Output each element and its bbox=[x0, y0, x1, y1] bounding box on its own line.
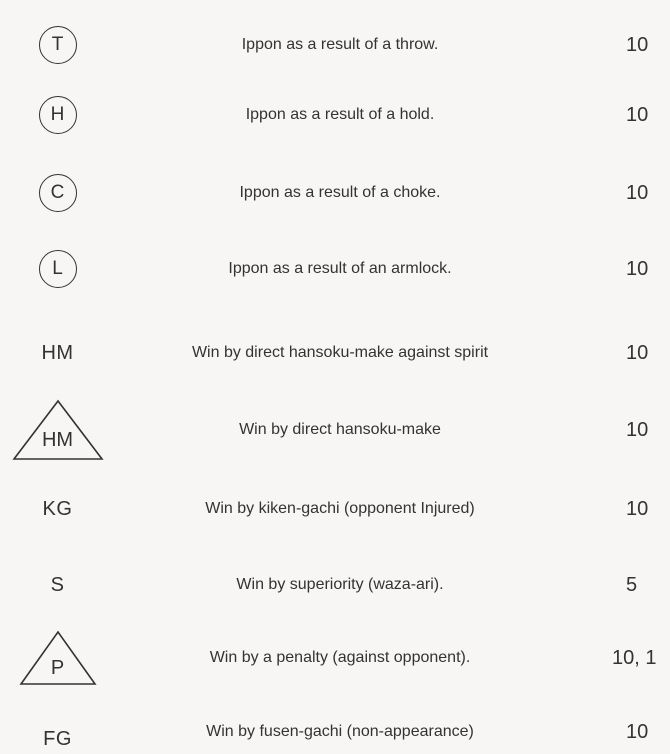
description: Ippon as a result of a hold. bbox=[245, 106, 435, 123]
symbol-text: KG bbox=[42, 497, 73, 520]
symbol-cell: L bbox=[0, 244, 115, 294]
table-row: L Ippon as a result of an armlock. 10 bbox=[0, 244, 670, 294]
table-row: P Win by a penalty (against opponent). 1… bbox=[0, 628, 670, 688]
symbol-cell: HM bbox=[0, 398, 115, 462]
symbol-letter: L bbox=[52, 258, 63, 279]
symbol-letter: H bbox=[50, 104, 65, 125]
symbol-cell: P bbox=[0, 628, 115, 688]
symbol-cell: H bbox=[0, 90, 115, 140]
symbol-letter: T bbox=[51, 34, 64, 55]
description: Win by superiority (waza-ari). bbox=[236, 576, 444, 593]
symbol-letter: HM bbox=[41, 429, 74, 451]
score: 10 bbox=[626, 33, 649, 56]
table-row: HM Win by direct hansoku-make against sp… bbox=[0, 328, 670, 378]
score: 10, 1 bbox=[612, 646, 657, 669]
table-row: C Ippon as a result of a choke. 10 bbox=[0, 168, 670, 218]
score: 10 bbox=[626, 720, 649, 743]
triangle-symbol-icon: HM bbox=[11, 399, 104, 461]
table-row: S Win by superiority (waza-ari). 5 bbox=[0, 560, 670, 610]
symbol-cell: T bbox=[0, 20, 115, 70]
symbol-cell: FG bbox=[0, 710, 115, 754]
score: 10 bbox=[626, 181, 649, 204]
symbol-cell: KG bbox=[0, 484, 115, 534]
symbol-text: FG bbox=[43, 727, 72, 750]
table-row: HM Win by direct hansoku-make 10 bbox=[0, 398, 670, 462]
table-row: T Ippon as a result of a throw. 10 bbox=[0, 20, 670, 70]
score: 10 bbox=[626, 497, 649, 520]
score: 10 bbox=[626, 103, 649, 126]
description: Ippon as a result of a choke. bbox=[239, 184, 441, 201]
symbol-cell: C bbox=[0, 168, 115, 218]
symbol-text: HM bbox=[41, 341, 74, 364]
score: 10 bbox=[626, 257, 649, 280]
description: Win by fusen-gachi (non-appearance) bbox=[206, 723, 474, 740]
table-row: H Ippon as a result of a hold. 10 bbox=[0, 90, 670, 140]
circle-symbol-icon: T bbox=[38, 26, 77, 64]
description: Win by direct hansoku-make bbox=[239, 421, 441, 438]
score: 5 bbox=[626, 573, 638, 596]
score: 10 bbox=[626, 341, 649, 364]
description: Win by a penalty (against opponent). bbox=[209, 649, 471, 666]
triangle-symbol-icon: P bbox=[18, 630, 97, 686]
symbol-text: S bbox=[50, 573, 65, 596]
score: 10 bbox=[626, 418, 649, 441]
symbol-letter: C bbox=[50, 182, 65, 203]
circle-symbol-icon: C bbox=[38, 174, 77, 212]
table-row: KG Win by kiken-gachi (opponent Injured)… bbox=[0, 484, 670, 534]
description: Win by kiken-gachi (opponent Injured) bbox=[205, 500, 475, 517]
symbol-letter: P bbox=[50, 657, 65, 679]
description: Ippon as a result of an armlock. bbox=[228, 260, 452, 277]
circle-symbol-icon: H bbox=[38, 96, 77, 134]
description: Ippon as a result of a throw. bbox=[241, 36, 439, 53]
circle-symbol-icon: L bbox=[38, 250, 77, 288]
table-row: FG Win by fusen-gachi (non-appearance) 1… bbox=[0, 710, 670, 754]
symbol-cell: S bbox=[0, 560, 115, 610]
description: Win by direct hansoku-make against spiri… bbox=[191, 344, 489, 361]
symbol-cell: HM bbox=[0, 328, 115, 378]
